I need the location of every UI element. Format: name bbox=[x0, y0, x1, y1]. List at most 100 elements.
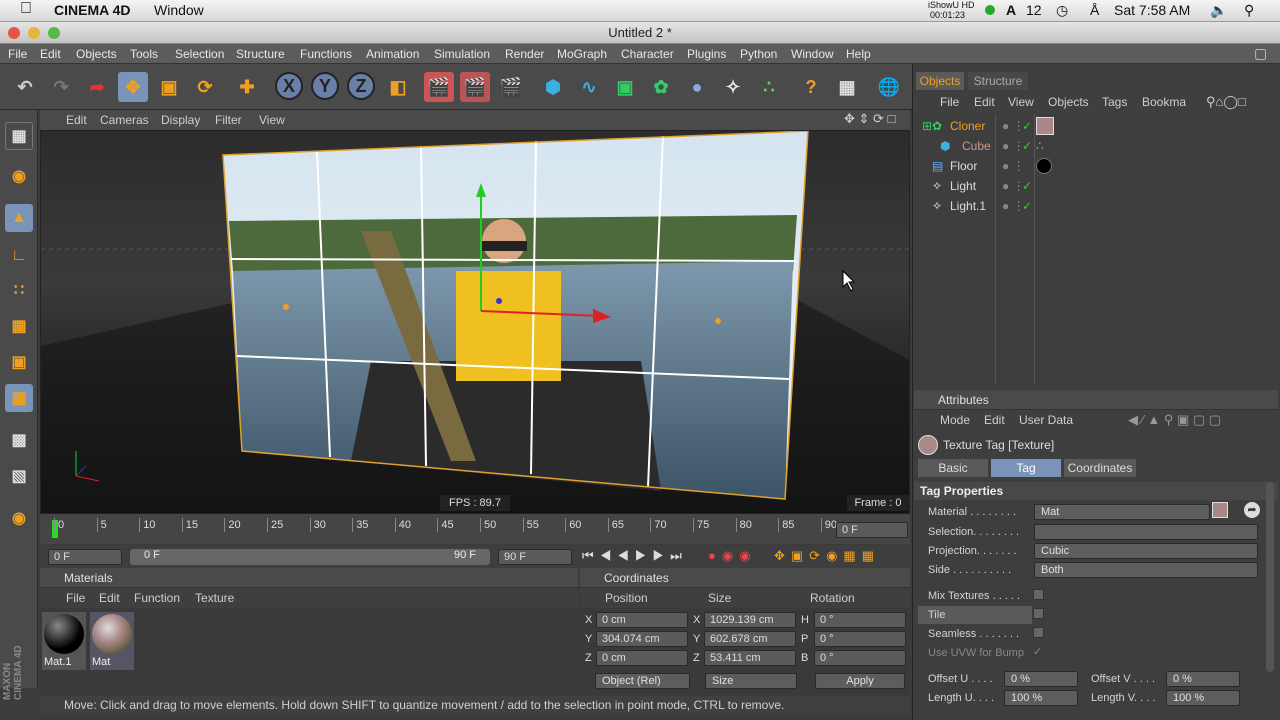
zoom-button[interactable] bbox=[48, 27, 60, 39]
menu-simulation[interactable]: Simulation bbox=[434, 47, 490, 61]
y-axis-lock-icon[interactable]: Y bbox=[311, 72, 339, 100]
tab-structure[interactable]: Structure bbox=[968, 72, 1028, 90]
rotate-tool-icon[interactable]: ⟳ bbox=[190, 72, 220, 102]
recent-tools-icon[interactable]: ✚ bbox=[232, 72, 262, 102]
window-menu[interactable]: Window bbox=[154, 2, 204, 18]
redo-icon[interactable]: ↷ bbox=[46, 72, 76, 102]
object-name[interactable]: Cube bbox=[962, 136, 991, 156]
rotation-field[interactable]: 0 ° bbox=[814, 612, 906, 628]
scale-tool-icon[interactable]: ▣ bbox=[154, 72, 184, 102]
enabled-check-icon[interactable]: ✓ bbox=[1022, 116, 1032, 136]
tab-objects[interactable]: Objects bbox=[916, 72, 964, 90]
tile-checkbox[interactable] bbox=[1033, 608, 1044, 619]
size-field[interactable]: 1029.139 cm bbox=[704, 612, 796, 628]
tab-basic[interactable]: Basic bbox=[918, 459, 988, 477]
mat-menu-file[interactable]: File bbox=[66, 588, 85, 608]
points-mode-icon[interactable]: ∷ bbox=[5, 276, 33, 304]
size-mode-dropdown[interactable]: Size bbox=[705, 673, 797, 689]
selection-field[interactable] bbox=[1034, 524, 1258, 540]
seamless-checkbox[interactable] bbox=[1033, 627, 1044, 638]
render-view-icon[interactable]: 🎬 bbox=[424, 72, 454, 102]
attr-menu-mode[interactable]: Mode bbox=[940, 410, 970, 430]
menu-objects[interactable]: Objects bbox=[76, 47, 117, 61]
projection-dropdown[interactable]: Cubic bbox=[1034, 543, 1258, 559]
undo-icon[interactable]: ↶ bbox=[10, 72, 40, 102]
workplane-icon[interactable]: ▧ bbox=[5, 462, 33, 490]
time-machine-icon[interactable]: ◷ bbox=[1056, 2, 1068, 19]
input-menu-icon[interactable]: A bbox=[1006, 2, 1016, 18]
menu-functions[interactable]: Functions bbox=[300, 47, 352, 61]
viewport-nav-icons[interactable]: ✥ ⇕ ⟳ □ bbox=[844, 111, 895, 127]
vp-menu-view[interactable]: View bbox=[259, 113, 285, 127]
axis-mode-icon[interactable]: ∟ bbox=[5, 242, 33, 270]
position-field[interactable]: 0 cm bbox=[596, 612, 688, 628]
start-frame-field[interactable]: 0 F bbox=[48, 549, 122, 565]
web-icon[interactable]: 🌐 bbox=[874, 72, 904, 102]
date-indicator[interactable]: 12 bbox=[1026, 2, 1042, 18]
z-axis-lock-icon[interactable]: Z bbox=[347, 72, 375, 100]
menu-window[interactable]: Window bbox=[791, 47, 834, 61]
enabled-check-icon[interactable]: ✓ bbox=[1022, 196, 1032, 216]
object-mode-icon[interactable]: ▲ bbox=[5, 204, 33, 232]
tab-coordinates[interactable]: Coordinates bbox=[1064, 459, 1136, 477]
size-field[interactable]: 53.411 cm bbox=[704, 650, 796, 666]
render-picture-viewer-icon[interactable]: 🎬 bbox=[460, 72, 490, 102]
3d-viewport[interactable]: FPS : 89.7 Frame : 0 bbox=[40, 130, 910, 514]
rotation-field[interactable]: 0 ° bbox=[814, 631, 906, 647]
objects-toolbar-icons[interactable]: ⚲⌂◯□ bbox=[1206, 92, 1246, 112]
edges-mode-icon[interactable]: ▦ bbox=[5, 312, 33, 340]
spotlight-icon[interactable]: ⚲ bbox=[1244, 2, 1254, 19]
x-axis-lock-icon[interactable]: X bbox=[275, 72, 303, 100]
object-name[interactable]: Floor bbox=[950, 156, 977, 176]
polygons-mode-icon[interactable]: ▣ bbox=[5, 348, 33, 376]
key-filter-icons[interactable]: ✥▣⟳◉▦▦ bbox=[774, 548, 880, 564]
object-name[interactable]: Light.1 bbox=[950, 196, 986, 216]
scene-objects-icon[interactable]: ✧ bbox=[718, 72, 748, 102]
menu-render[interactable]: Render bbox=[505, 47, 544, 61]
cube-primitive-icon[interactable]: ⬢ bbox=[538, 72, 568, 102]
volume-icon[interactable]: 🔈 bbox=[1210, 2, 1227, 19]
material-swatch[interactable]: Mat bbox=[90, 612, 134, 670]
offset-u-field[interactable]: 0 % bbox=[1004, 671, 1078, 687]
range-slider[interactable]: 0 F 90 F bbox=[130, 549, 490, 565]
render-settings-icon[interactable]: 🎬 bbox=[496, 72, 526, 102]
object-name[interactable]: Light bbox=[950, 176, 976, 196]
deformer-icon[interactable]: ● bbox=[682, 72, 712, 102]
pick-icon[interactable]: ➦ bbox=[1244, 502, 1260, 518]
app-menu[interactable]: CINEMA 4D bbox=[54, 2, 131, 18]
menu-character[interactable]: Character bbox=[621, 47, 674, 61]
move-tool-icon[interactable]: ✥ bbox=[118, 72, 148, 102]
menu-mograph[interactable]: MoGraph bbox=[557, 47, 607, 61]
enabled-check-icon[interactable]: ✓ bbox=[1022, 176, 1032, 196]
obj-menu-file[interactable]: File bbox=[940, 92, 959, 112]
make-editable-icon[interactable]: ▦ bbox=[5, 122, 33, 150]
texture-mode-icon[interactable]: ▦ bbox=[5, 384, 33, 412]
menu-file[interactable]: File bbox=[8, 47, 27, 61]
coordinate-system-icon[interactable]: ◧ bbox=[383, 72, 413, 102]
material-preview-icon[interactable] bbox=[1212, 502, 1228, 518]
attributes-scrollbar[interactable] bbox=[1266, 482, 1274, 672]
obj-menu-view[interactable]: View bbox=[1008, 92, 1034, 112]
clapboard-icon[interactable]: ▦ bbox=[832, 72, 862, 102]
position-field[interactable]: 304.074 cm bbox=[596, 631, 688, 647]
attr-menu-user-data[interactable]: User Data bbox=[1019, 410, 1073, 430]
obj-menu-objects[interactable]: Objects bbox=[1048, 92, 1089, 112]
spline-icon[interactable]: ∿ bbox=[574, 72, 604, 102]
nurbs-icon[interactable]: ▣ bbox=[610, 72, 640, 102]
record-keys-icons[interactable]: ●◉◉ bbox=[708, 548, 757, 564]
vp-menu-filter[interactable]: Filter bbox=[215, 113, 242, 127]
attr-nav-icons[interactable]: ◀ ⁄ ▲ ⚲ ▣ ▢ ▢ bbox=[1128, 410, 1221, 430]
layout-icon[interactable]: ▢ bbox=[1254, 45, 1267, 62]
menu-animation[interactable]: Animation bbox=[366, 47, 419, 61]
vp-menu-cameras[interactable]: Cameras bbox=[100, 113, 149, 127]
menu-structure[interactable]: Structure bbox=[236, 47, 285, 61]
timeline[interactable]: 0 5 10 15 20 25 30 35 40 45 50 55 60 65 70 75 80 85 90 0 F bbox=[40, 514, 910, 544]
menu-edit[interactable]: Edit bbox=[40, 47, 61, 61]
close-button[interactable] bbox=[8, 27, 20, 39]
checker-icon[interactable]: ▩ bbox=[5, 426, 33, 454]
offset-v-field[interactable]: 0 % bbox=[1166, 671, 1240, 687]
apple-icon[interactable]:  bbox=[20, 0, 32, 18]
mat-menu-function[interactable]: Function bbox=[134, 588, 180, 608]
material-swatch[interactable]: Mat.1 bbox=[42, 612, 86, 670]
mat-menu-texture[interactable]: Texture bbox=[195, 588, 234, 608]
